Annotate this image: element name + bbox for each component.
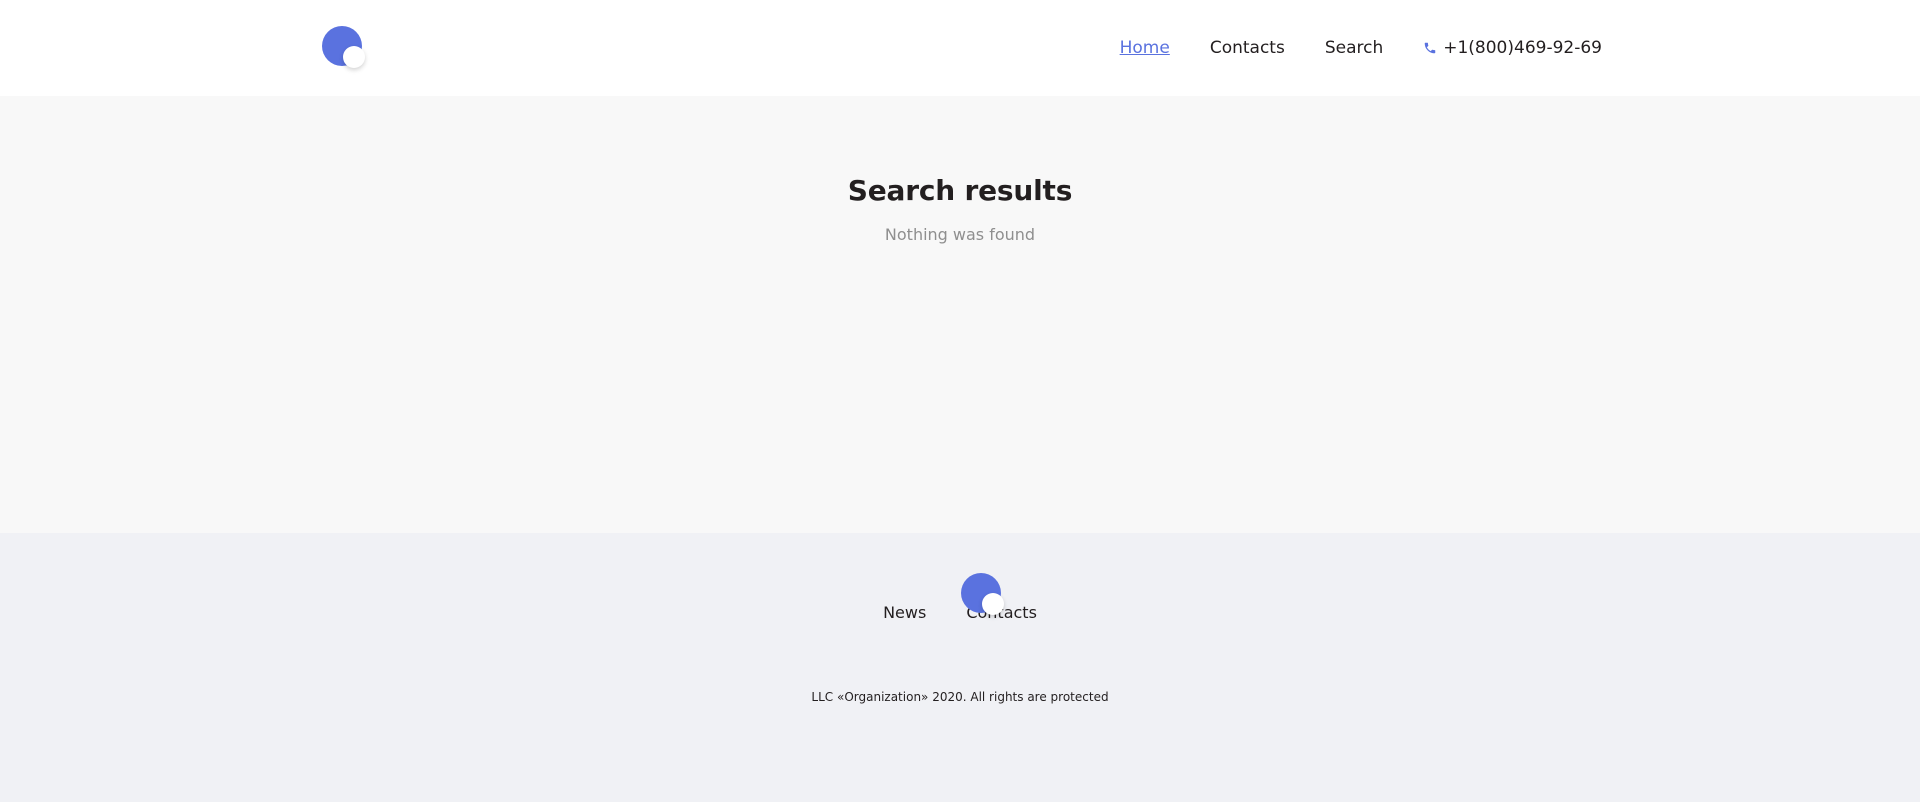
- footer-news-link[interactable]: News: [883, 603, 926, 622]
- header-container: Home Contacts Search +1(800)469-92-69: [260, 0, 1660, 96]
- logo-dot: [982, 593, 1004, 615]
- phone-number: +1(800)469-92-69: [1443, 38, 1602, 58]
- copyright-text: LLC «Organization» 2020. All rights are …: [811, 690, 1109, 704]
- empty-results-message: Nothing was found: [884, 225, 1036, 244]
- search-results-section: Search results Nothing was found: [0, 96, 1920, 533]
- page-title: Search results: [847, 174, 1073, 207]
- main-nav: Home Contacts Search +1(800)469-92-69: [1120, 38, 1602, 58]
- nav-home-link[interactable]: Home: [1120, 38, 1170, 58]
- footer-nav: News Contacts: [0, 603, 1920, 622]
- logo-dot: [343, 46, 365, 68]
- logo-icon[interactable]: [322, 26, 366, 70]
- phone-icon: [1424, 42, 1436, 54]
- site-header: Home Contacts Search +1(800)469-92-69: [0, 0, 1920, 96]
- nav-search-link[interactable]: Search: [1325, 38, 1383, 58]
- phone-link[interactable]: +1(800)469-92-69: [1423, 38, 1602, 58]
- site-footer: News Contacts LLC «Organization» 2020. A…: [0, 533, 1920, 802]
- nav-contacts-link[interactable]: Contacts: [1210, 38, 1285, 58]
